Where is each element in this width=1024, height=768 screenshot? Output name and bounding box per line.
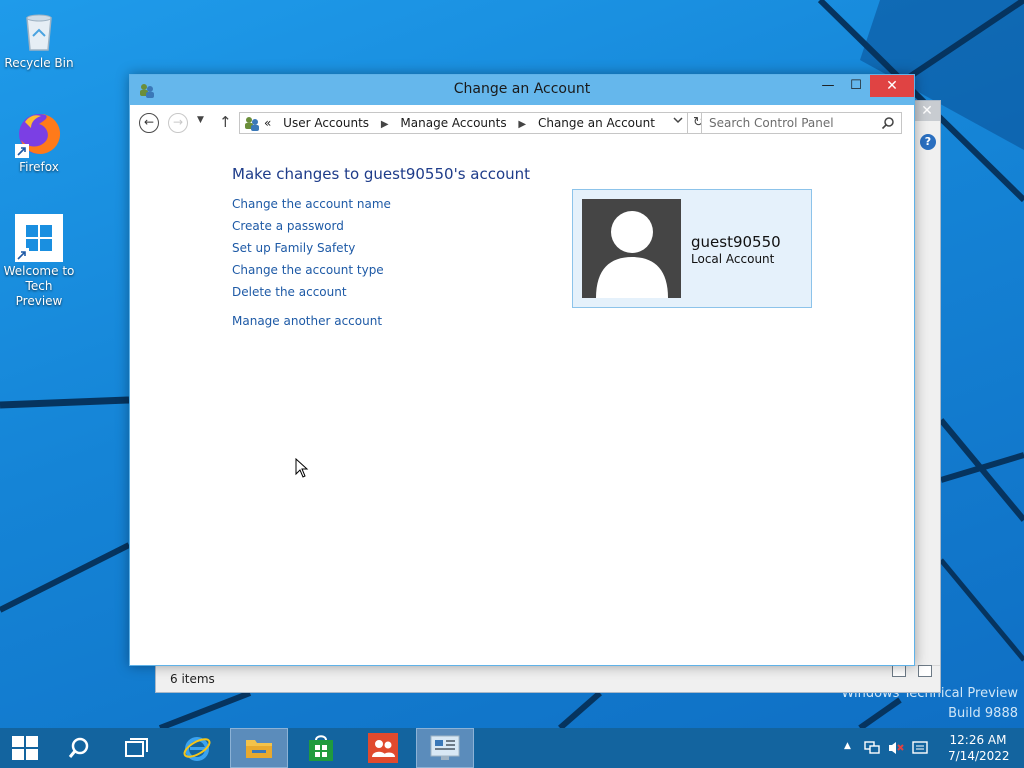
maximize-button[interactable]: ☐ xyxy=(842,75,870,97)
breadcrumb: « User Accounts ▶ Manage Accounts ▶ Chan… xyxy=(264,116,663,130)
volume-muted-icon[interactable] xyxy=(888,740,904,756)
window-titlebar[interactable]: Change an Account — ☐ ✕ xyxy=(130,75,914,105)
minimize-button[interactable]: — xyxy=(814,75,842,97)
network-icon[interactable] xyxy=(864,740,880,756)
user-silhouette-icon xyxy=(596,211,668,298)
close-button[interactable]: ✕ xyxy=(870,75,914,97)
watermark-line2: Build 9888 xyxy=(948,706,1018,721)
change-account-type-link[interactable]: Change the account type xyxy=(232,263,384,277)
account-tile: guest90550 Local Account xyxy=(572,189,812,308)
recycle-bin-shortcut[interactable]: Recycle Bin xyxy=(1,6,77,71)
back-button[interactable]: ← xyxy=(139,113,159,133)
firefox-shortcut[interactable]: Firefox xyxy=(1,110,77,175)
manage-another-account-link[interactable]: Manage another account xyxy=(232,314,382,328)
forward-button[interactable]: → xyxy=(168,113,188,133)
recycle-bin-icon xyxy=(15,6,63,54)
internet-explorer-button[interactable] xyxy=(168,728,226,768)
window-title: Change an Account xyxy=(453,81,591,97)
people-icon xyxy=(368,733,398,763)
search-box[interactable] xyxy=(701,112,902,134)
clock[interactable]: 12:26 AM 7/14/2022 xyxy=(948,732,1010,764)
breadcrumb-separator[interactable]: ▶ xyxy=(381,119,389,130)
welcome-tech-preview-shortcut[interactable]: Welcome to Tech Preview xyxy=(1,214,77,309)
page-heading: Make changes to guest90550's account xyxy=(232,165,531,183)
show-hidden-icons-button[interactable]: ▲ xyxy=(844,741,851,751)
internet-explorer-icon xyxy=(183,737,211,761)
change-account-name-link[interactable]: Change the account name xyxy=(232,197,391,211)
system-tray: ▲ 12:26 AM 7/14/2022 xyxy=(844,728,1024,768)
avatar xyxy=(582,199,681,298)
file-explorer-button[interactable] xyxy=(230,728,288,768)
up-button[interactable]: ↑ xyxy=(219,113,232,131)
user-accounts-taskbar-button[interactable] xyxy=(354,728,412,768)
clock-date: 7/14/2022 xyxy=(948,749,1010,763)
control-panel-icon xyxy=(430,735,460,760)
create-password-link[interactable]: Create a password xyxy=(232,219,344,233)
large-icons-view-icon[interactable] xyxy=(918,665,932,677)
breadcrumb-overflow[interactable]: « xyxy=(264,116,271,130)
windows-logo-icon xyxy=(12,736,38,760)
search-input[interactable] xyxy=(702,113,872,133)
mouse-cursor-icon xyxy=(295,458,309,478)
breadcrumb-change-account[interactable]: Change an Account xyxy=(538,116,655,130)
user-accounts-icon xyxy=(245,117,259,131)
account-name: guest90550 xyxy=(691,233,781,251)
welcome-label-line2: Tech Preview xyxy=(15,279,63,308)
store-icon xyxy=(309,735,333,761)
folder-icon xyxy=(246,740,272,758)
navigation-bar: ← → ▼ ↑ « User Accounts ▶ Manage Account… xyxy=(130,105,914,141)
family-safety-link[interactable]: Set up Family Safety xyxy=(232,241,355,255)
clock-time: 12:26 AM xyxy=(949,733,1007,747)
start-button[interactable] xyxy=(0,728,50,768)
action-center-icon[interactable] xyxy=(912,740,928,756)
search-icon xyxy=(68,737,89,758)
search-button[interactable] xyxy=(50,728,108,768)
firefox-label: Firefox xyxy=(19,160,59,174)
delete-account-link[interactable]: Delete the account xyxy=(232,285,347,299)
address-dropdown-button[interactable] xyxy=(673,115,683,128)
search-icon[interactable] xyxy=(881,116,895,130)
shortcut-arrow-icon xyxy=(15,144,29,158)
breadcrumb-manage-accounts[interactable]: Manage Accounts xyxy=(400,116,506,130)
background-close-button[interactable]: ✕ xyxy=(914,101,940,121)
change-account-window: Change an Account — ☐ ✕ ← → ▼ ↑ « User A… xyxy=(129,74,915,666)
help-icon[interactable]: ? xyxy=(920,134,936,150)
shortcut-arrow-icon xyxy=(15,248,29,262)
welcome-label-line1: Welcome to xyxy=(3,264,75,278)
account-type: Local Account xyxy=(691,252,775,266)
task-view-button[interactable] xyxy=(108,728,166,768)
task-view-icon xyxy=(125,738,148,757)
item-count: 6 items xyxy=(170,672,215,686)
windows-logo-icon xyxy=(15,214,63,262)
main-content: Make changes to guest90550's account Cha… xyxy=(130,141,914,665)
control-panel-taskbar-button[interactable] xyxy=(416,728,474,768)
address-bar[interactable]: « User Accounts ▶ Manage Accounts ▶ Chan… xyxy=(239,112,688,134)
details-view-icon[interactable] xyxy=(892,665,907,677)
recent-locations-button[interactable]: ▼ xyxy=(197,115,204,125)
chevron-down-icon xyxy=(673,117,683,124)
breadcrumb-separator[interactable]: ▶ xyxy=(518,119,526,130)
firefox-icon xyxy=(15,110,63,158)
store-button[interactable] xyxy=(292,728,350,768)
taskbar: ▲ 12:26 AM 7/14/2022 xyxy=(0,728,1024,768)
breadcrumb-user-accounts[interactable]: User Accounts xyxy=(283,116,369,130)
status-bar: 6 items xyxy=(156,665,940,692)
recycle-bin-label: Recycle Bin xyxy=(4,56,74,70)
